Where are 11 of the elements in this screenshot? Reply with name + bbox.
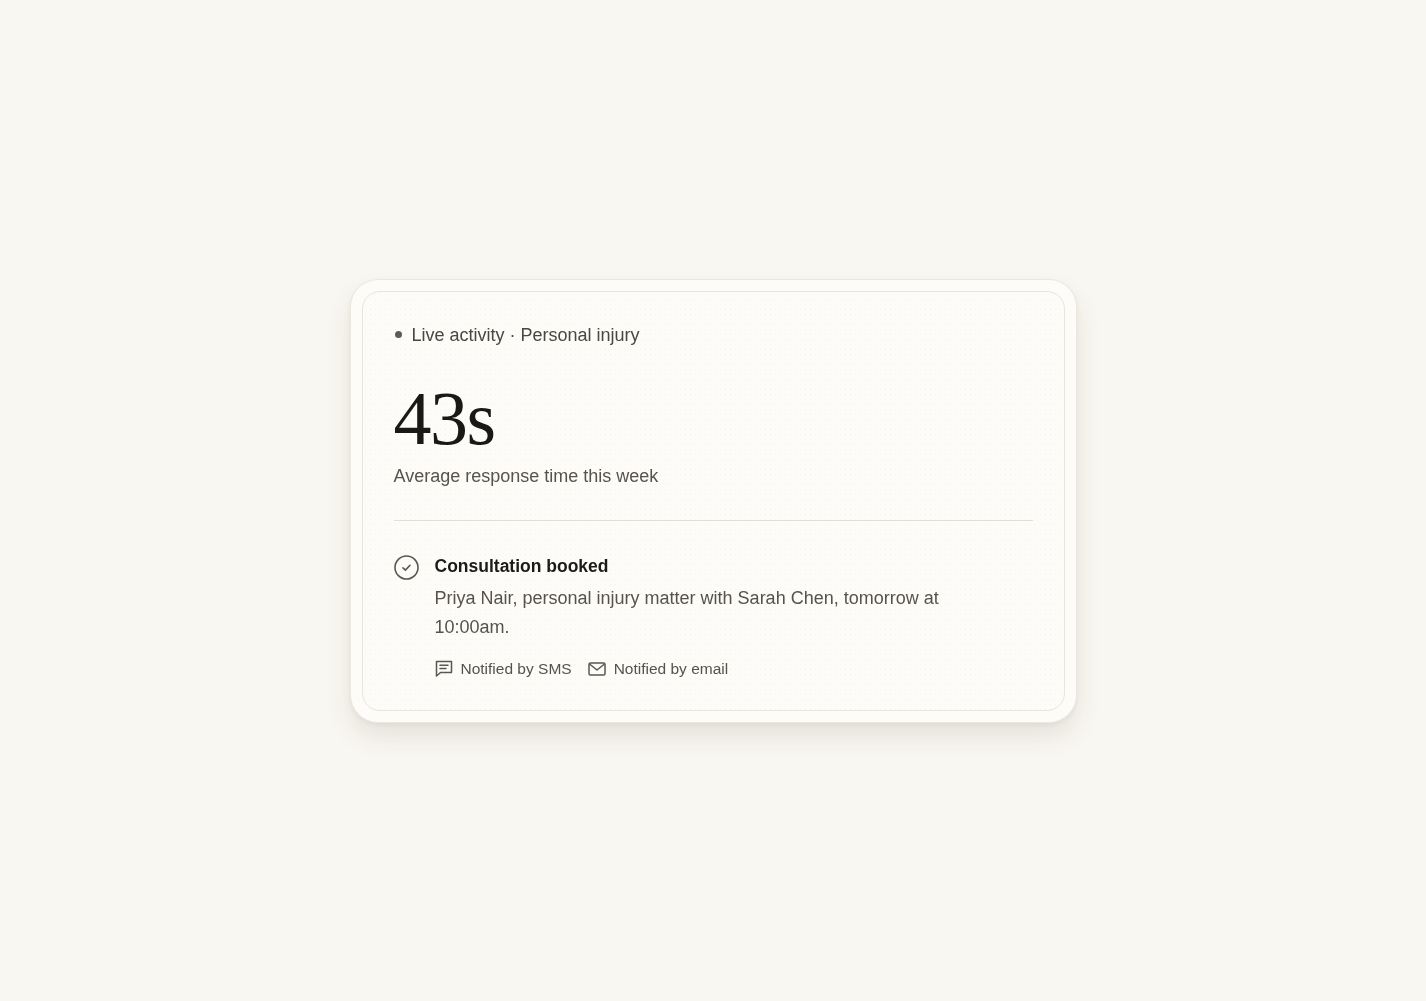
notification-label: Notified by SMS <box>460 658 572 679</box>
message-icon <box>434 660 453 677</box>
metric-caption: Average response time this week <box>393 464 660 488</box>
envelope-icon <box>587 661 606 676</box>
notification-label: Notified by email <box>613 658 729 679</box>
status-dot-icon <box>394 331 402 338</box>
event-title: Consultation booked <box>434 554 610 578</box>
metric-value: 43s <box>393 379 496 456</box>
event-description: Priya Nair, personal injury matter with Sarah Chen, tomorrow at 10:00am. <box>434 586 940 639</box>
activity-label: Live activity · Personal injury <box>411 323 640 347</box>
check-circle-icon <box>393 554 419 580</box>
